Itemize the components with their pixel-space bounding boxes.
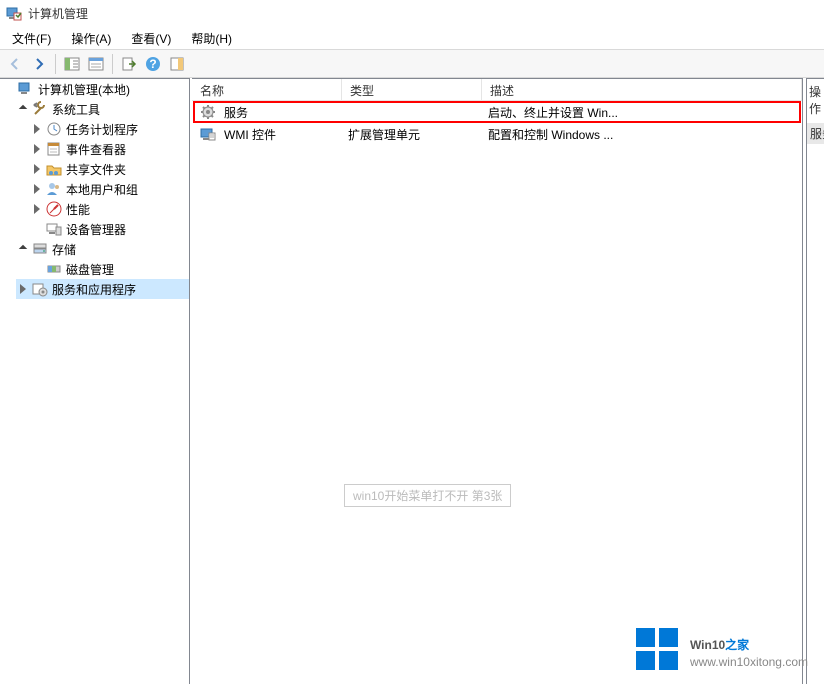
tree-label: 事件查看器 — [66, 141, 126, 158]
tree-shared-folders[interactable]: 共享文件夹 — [30, 159, 189, 179]
cell-name: WMI 控件 — [224, 126, 276, 143]
actions-item[interactable]: 服务 — [807, 123, 824, 144]
tree-task-scheduler[interactable]: 任务计划程序 — [30, 119, 189, 139]
nav-back-button[interactable] — [4, 53, 26, 75]
tree-local-users[interactable]: 本地用户和组 — [30, 179, 189, 199]
menu-help[interactable]: 帮助(H) — [181, 28, 242, 49]
cell-desc: 配置和控制 Windows ... — [488, 126, 613, 143]
tree-system-tools[interactable]: 系统工具 — [16, 99, 189, 119]
watermark-label: win10开始菜单打不开 第3张 — [344, 484, 511, 507]
show-hide-tree-button[interactable] — [61, 53, 83, 75]
actions-pane: 操作 服务 — [806, 78, 824, 684]
shared-folder-icon — [46, 161, 62, 177]
wmi-icon — [200, 126, 216, 142]
toolbar-separator — [112, 54, 113, 74]
menu-action[interactable]: 操作(A) — [61, 28, 121, 49]
cell-name: 服务 — [224, 104, 248, 121]
column-type[interactable]: 类型 — [342, 79, 482, 100]
tree-disk-management[interactable]: 磁盘管理 — [30, 259, 189, 279]
tree-label: 本地用户和组 — [66, 181, 138, 198]
list-body[interactable]: 服务 启动、终止并设置 Win... WMI 控件 扩展管理单元 配置和控制 W… — [192, 101, 802, 684]
storage-icon — [32, 241, 48, 257]
tree-label: 性能 — [66, 201, 90, 218]
expand-icon[interactable] — [16, 282, 30, 296]
expand-icon[interactable] — [30, 162, 44, 176]
tools-icon — [32, 101, 48, 117]
tree-label: 共享文件夹 — [66, 161, 126, 178]
list-row-wmi[interactable]: WMI 控件 扩展管理单元 配置和控制 Windows ... — [192, 123, 802, 145]
tool-bar: ? — [0, 50, 824, 78]
tree-label: 磁盘管理 — [66, 261, 114, 278]
export-list-button[interactable] — [118, 53, 140, 75]
computer-icon — [18, 81, 34, 97]
action-pane-button[interactable] — [166, 53, 188, 75]
expand-icon[interactable] — [30, 142, 44, 156]
clock-icon — [46, 121, 62, 137]
nav-tree: 计算机管理(本地) 系统工具 — [0, 79, 189, 299]
column-desc[interactable]: 描述 — [482, 79, 802, 100]
tree-label: 设备管理器 — [66, 221, 126, 238]
event-icon — [46, 141, 62, 157]
tree-label: 存储 — [52, 241, 76, 258]
expand-icon[interactable] — [30, 122, 44, 136]
app-icon — [6, 6, 22, 22]
tree-event-viewer[interactable]: 事件查看器 — [30, 139, 189, 159]
brand-title: Win10之家 — [690, 629, 808, 655]
properties-button[interactable] — [85, 53, 107, 75]
tree-device-manager[interactable]: 设备管理器 — [30, 219, 189, 239]
expand-icon[interactable] — [30, 182, 44, 196]
services-apps-icon — [32, 281, 48, 297]
tree-services-apps[interactable]: 服务和应用程序 — [16, 279, 189, 299]
window-title: 计算机管理 — [28, 5, 88, 22]
brand-block: Win10之家 www.win10xitong.com — [636, 628, 808, 670]
tree-label: 任务计划程序 — [66, 121, 138, 138]
column-name[interactable]: 名称 — [192, 79, 342, 100]
brand-url: www.win10xitong.com — [690, 655, 808, 669]
tree-label: 系统工具 — [52, 101, 100, 118]
svg-text:?: ? — [149, 57, 156, 71]
tree-storage[interactable]: 存储 — [16, 239, 189, 259]
expand-icon[interactable] — [30, 202, 44, 216]
win10-logo-icon — [636, 628, 678, 670]
performance-icon — [46, 201, 62, 217]
tree-label: 服务和应用程序 — [52, 281, 136, 298]
list-pane: 名称 类型 描述 服务 启动、终止并设置 Win... WMI 控件 扩展管理单… — [192, 78, 803, 684]
collapse-icon[interactable] — [16, 102, 30, 116]
cell-type: 扩展管理单元 — [348, 126, 420, 143]
gear-icon — [200, 104, 216, 120]
help-button[interactable]: ? — [142, 53, 164, 75]
actions-header: 操作 — [807, 79, 824, 121]
menu-bar: 文件(F) 操作(A) 查看(V) 帮助(H) — [0, 28, 824, 50]
cell-desc: 启动、终止并设置 Win... — [488, 104, 618, 121]
content-area: 计算机管理(本地) 系统工具 — [0, 78, 824, 684]
list-row-services[interactable]: 服务 启动、终止并设置 Win... — [192, 101, 802, 123]
menu-file[interactable]: 文件(F) — [2, 28, 61, 49]
tree-performance[interactable]: 性能 — [30, 199, 189, 219]
menu-view[interactable]: 查看(V) — [121, 28, 181, 49]
nav-forward-button[interactable] — [28, 53, 50, 75]
device-icon — [46, 221, 62, 237]
users-icon — [46, 181, 62, 197]
title-bar: 计算机管理 — [0, 0, 824, 28]
tree-label: 计算机管理(本地) — [38, 81, 130, 98]
tree-pane[interactable]: 计算机管理(本地) 系统工具 — [0, 78, 190, 684]
disk-icon — [46, 261, 62, 277]
list-header: 名称 类型 描述 — [192, 79, 802, 101]
toolbar-separator — [55, 54, 56, 74]
collapse-icon[interactable] — [16, 242, 30, 256]
tree-root[interactable]: 计算机管理(本地) — [2, 79, 189, 99]
